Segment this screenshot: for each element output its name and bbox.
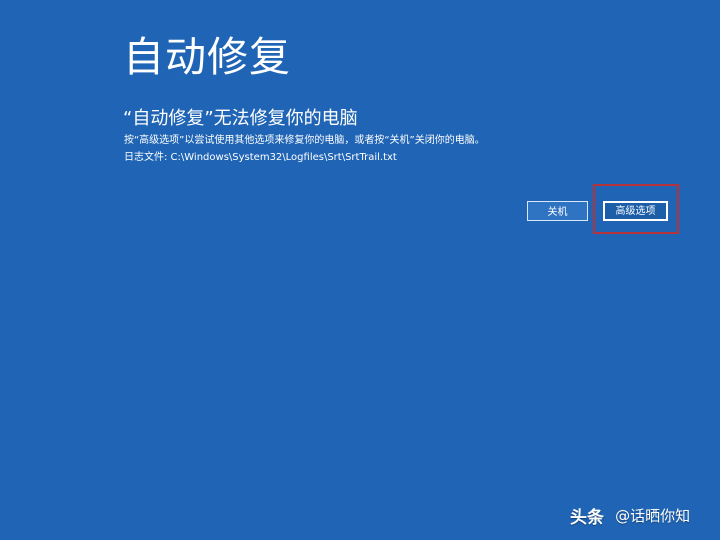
log-file-path: 日志文件: C:\Windows\System32\Logfiles\Srt\S…: [124, 152, 397, 163]
shutdown-button[interactable]: 关机: [527, 201, 588, 221]
watermark-brand: 头条: [570, 508, 604, 528]
instructions-text: 按“高级选项”以尝试使用其他选项来修复你的电脑，或者按“关机”关闭你的电脑。: [124, 135, 485, 146]
error-heading: “自动修复”无法修复你的电脑: [123, 108, 358, 129]
page-title: 自动修复: [123, 33, 291, 81]
watermark: 头条 @话晒你知: [570, 503, 710, 528]
recovery-screen: 自动修复 “自动修复”无法修复你的电脑 按“高级选项”以尝试使用其他选项来修复你…: [0, 0, 720, 540]
watermark-handle: @话晒你知: [615, 507, 691, 525]
advanced-options-button[interactable]: 高级选项: [603, 201, 668, 221]
